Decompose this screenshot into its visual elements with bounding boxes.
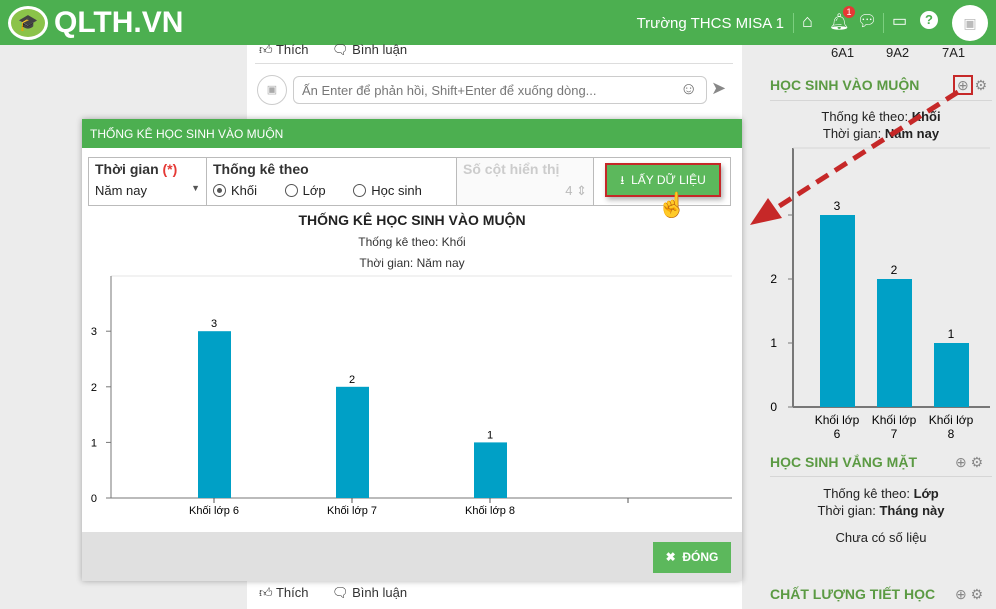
y-tick-label: 1 [770, 336, 777, 350]
chart-subtitle: Thống kê theo: Khối [358, 235, 465, 249]
y-tick-label: 1 [91, 437, 97, 449]
main-chart: THỐNG KÊ HỌC SINH VÀO MUỘN Thống kê theo:… [91, 211, 732, 517]
required-mark: (*) [162, 161, 178, 177]
x-tick-label: Khối lớp 6 [189, 505, 239, 517]
data-label: 2 [349, 374, 355, 386]
divider [770, 476, 992, 477]
notification-badge: 1 [843, 6, 855, 18]
divider [883, 13, 884, 33]
gear-icon[interactable]: ⚙ [971, 586, 984, 602]
data-label: 3 [211, 318, 217, 330]
widget-title: CHẤT LƯỢNG TIẾT HỌC [770, 586, 936, 602]
close-button[interactable]: ✖ ĐÓNG [653, 542, 731, 573]
chart-title: THỐNG KÊ HỌC SINH VÀO MUỘN [298, 211, 525, 228]
widget-filter: Thống kê theo: Khối [821, 109, 941, 124]
time-label: Thời gian [95, 161, 159, 177]
chevron-down-icon: ▼ [191, 183, 200, 193]
x-tick-label: Khối lớp [872, 413, 917, 427]
x-tick-label: Khối lớp 7 [327, 505, 377, 517]
bar [198, 331, 231, 498]
send-icon[interactable]: ➤ [711, 78, 726, 99]
y-tick-label: 0 [91, 493, 97, 505]
time-select[interactable]: Năm nay ▼ [95, 183, 200, 198]
columns-label: Số cột hiển thị [463, 161, 560, 177]
class-label: 9A2 [886, 45, 910, 60]
widget-time: Thời gian: Năm nay [822, 126, 940, 141]
widget-time: Thời gian: Tháng này [817, 503, 945, 518]
x-tick-label: Khối lớp [815, 413, 860, 427]
divider [770, 100, 992, 101]
modal-title: THỐNG KÊ HỌC SINH VÀO MUỘN [82, 119, 742, 148]
group-label: Thống kê theo [213, 161, 309, 177]
y-tick-label: 0 [770, 400, 777, 414]
download-icon: ⭳ [620, 173, 625, 187]
like-button[interactable]: 👍︎ Thích [259, 42, 308, 58]
bar [934, 343, 969, 407]
radio-lop[interactable]: Lớp [284, 183, 326, 198]
graduation-cap-icon: 🎓 [8, 6, 48, 40]
y-tick-label: 3 [770, 208, 777, 222]
comment-button[interactable]: 🗨︎ Bình luận [332, 42, 407, 58]
modal-footer: ✖ ĐÓNG [82, 532, 742, 581]
data-label: 2 [891, 263, 898, 277]
widget-filter: Thống kê theo: Lớp [823, 486, 939, 501]
school-name[interactable]: Trường THCS MISA 1 [637, 15, 784, 32]
help-icon[interactable]: ? [920, 11, 938, 29]
time-value: Năm nay [95, 183, 148, 198]
divider [255, 63, 733, 64]
bar [474, 442, 507, 498]
class-label: 7A1 [942, 45, 966, 60]
top-header: 🎓 QLTH.VN Trường THCS MISA 1 ⌂ 🔔︎ 1 💬︎ ▭ … [0, 0, 996, 45]
empty-message: Chưa có số liệu [835, 530, 927, 545]
data-label: 1 [487, 429, 493, 441]
logo-text: QLTH.VN [54, 6, 184, 39]
message-icon[interactable]: ▭ [892, 11, 907, 31]
radio-hoc-sinh[interactable]: Học sinh [353, 183, 422, 198]
like-label: Thích [275, 585, 309, 600]
home-icon[interactable]: ⌂ [802, 11, 813, 32]
columns-stepper[interactable]: 4 ⇕ [463, 183, 587, 199]
gear-icon[interactable]: ⚙ [975, 77, 988, 93]
like-label: Thích [275, 42, 309, 57]
widget-actions: ⊕ ⚙ [953, 75, 988, 95]
like-button[interactable]: 👍︎ Thích [259, 585, 308, 601]
x-tick-label: Khối lớp 8 [465, 505, 515, 517]
comment-label: Bình luận [352, 585, 408, 600]
chat-icon[interactable]: 💬︎ [857, 11, 877, 31]
radio-khoi[interactable]: Khối [213, 183, 257, 198]
widget-actions: ⊕ ⚙ [955, 454, 983, 471]
y-tick-label: 3 [91, 326, 97, 338]
statistics-modal: THỐNG KÊ HỌC SINH VÀO MUỘN Thời gian (*)… [82, 119, 742, 581]
bar [336, 386, 369, 498]
widget-title: HỌC SINH VÀO MUỘN [770, 77, 920, 93]
x-tick-label: 6 [834, 427, 841, 441]
data-label: 1 [948, 327, 955, 341]
data-label: 3 [834, 199, 841, 213]
y-tick-label: 2 [770, 272, 777, 286]
small-chart: 01233Khối lớp62Khối lớp71Khối lớp8 [770, 147, 990, 441]
class-label: 6A1 [831, 45, 855, 60]
logo[interactable]: 🎓 QLTH.VN [8, 6, 183, 40]
x-tick-label: 8 [948, 427, 955, 441]
chart-subtitle: Thời gian: Năm nay [359, 256, 464, 270]
zoom-in-icon[interactable]: ⊕ [953, 75, 973, 95]
widget-actions: ⊕ ⚙ [955, 586, 983, 603]
zoom-in-icon[interactable]: ⊕ [955, 586, 967, 602]
divider [793, 13, 794, 33]
y-tick-label: 2 [91, 382, 97, 394]
user-avatar: ▣ [257, 75, 287, 105]
reply-input[interactable]: Ấn Enter để phản hồi, Shift+Enter để xuố… [293, 76, 707, 104]
gear-icon[interactable]: ⚙ [971, 454, 984, 470]
zoom-in-icon[interactable]: ⊕ [955, 454, 967, 470]
x-tick-label: 7 [891, 427, 898, 441]
comment-label: Bình luận [352, 42, 408, 57]
x-tick-label: Khối lớp [929, 413, 974, 427]
comment-button[interactable]: 🗨︎ Bình luận [332, 585, 407, 601]
bar [820, 215, 855, 407]
widget-title: HỌC SINH VẮNG MẶT [770, 454, 917, 470]
bar [877, 279, 912, 407]
avatar[interactable]: ▣ [952, 5, 988, 41]
